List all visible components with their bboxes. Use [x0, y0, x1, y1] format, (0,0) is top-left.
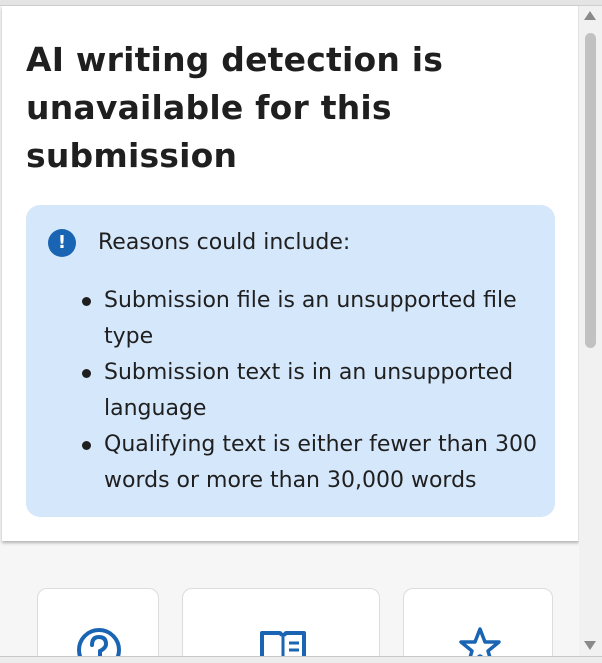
- scrollbar-thumb[interactable]: [585, 33, 596, 348]
- reason-text: Qualifying text is either fewer than 300…: [104, 432, 537, 493]
- bottom-edge: [0, 656, 602, 663]
- info-icon: !: [48, 229, 76, 257]
- bullet-icon: [82, 441, 91, 450]
- reason-item: Submission text is in an unsupported lan…: [82, 355, 544, 427]
- bullet-icon: [82, 297, 91, 306]
- reason-text: Submission text is in an unsupported lan…: [104, 360, 514, 421]
- panel-title: AI writing detection is unavailable for …: [26, 40, 444, 175]
- notice-heading: Reasons could include:: [98, 230, 351, 255]
- reason-text: Submission file is an unsupported file t…: [104, 288, 517, 349]
- vertical-scrollbar[interactable]: [579, 6, 602, 656]
- reason-item: Qualifying text is either fewer than 300…: [82, 427, 544, 499]
- scroll-up-arrow-icon[interactable]: [584, 11, 596, 20]
- reasons-list: Submission file is an unsupported file t…: [82, 283, 544, 499]
- bullet-icon: [82, 369, 91, 378]
- info-notice: ! Reasons could include: Submission file…: [26, 205, 555, 517]
- reason-item: Submission file is an unsupported file t…: [82, 283, 544, 355]
- guide-card[interactable]: [182, 588, 380, 663]
- ai-detection-panel: AI writing detection is unavailable for …: [2, 6, 579, 541]
- scroll-down-arrow-icon[interactable]: [584, 641, 596, 650]
- feedback-card[interactable]: [403, 588, 553, 663]
- cards-row: [0, 541, 580, 663]
- help-card[interactable]: [37, 588, 159, 663]
